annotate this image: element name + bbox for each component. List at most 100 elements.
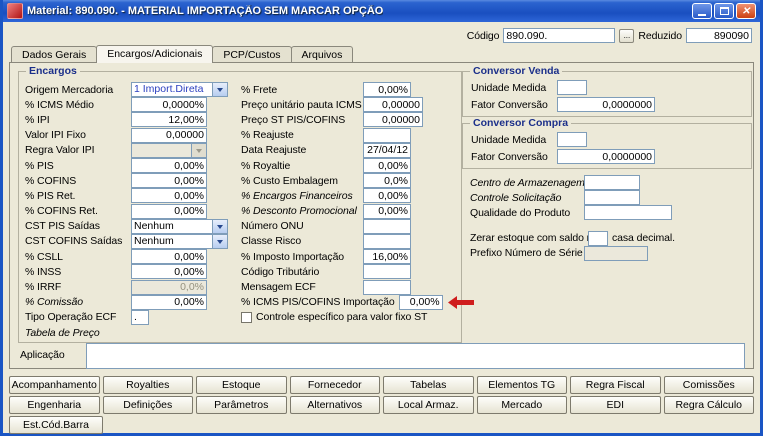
button-comissoes[interactable]: Comissões — [663, 376, 754, 394]
button-regra-calculo[interactable]: Regra Cálculo — [663, 396, 754, 414]
combo-value: Nenhum — [134, 219, 174, 232]
field-label: Controle Solicitação — [470, 191, 562, 204]
fator-conversao-venda-input[interactable] — [557, 97, 655, 112]
reajuste-input[interactable] — [363, 127, 411, 143]
pis-input[interactable] — [131, 158, 207, 174]
field-row: Número ONU — [241, 218, 474, 234]
button-alternativos[interactable]: Alternativos — [289, 396, 380, 414]
pis-ret-input[interactable] — [131, 188, 207, 204]
minimize-button[interactable] — [692, 3, 712, 19]
tab-pcp-custos[interactable]: PCP/Custos — [212, 46, 292, 62]
mensagem-ecf-input[interactable] — [363, 279, 411, 295]
codigo-input[interactable] — [503, 28, 616, 43]
button-tabelas[interactable]: Tabelas — [383, 376, 474, 394]
chevron-down-icon[interactable] — [212, 83, 227, 97]
inss-input[interactable] — [131, 264, 207, 280]
aplicacao-section: Aplicação — [20, 343, 745, 369]
cofins-input[interactable] — [131, 173, 207, 189]
field-row: Controle específico para valor fixo ST — [241, 310, 474, 325]
field-row: % Reajuste — [241, 127, 474, 143]
conversor-compra-title: Conversor Compra — [470, 117, 572, 129]
prefixo-numero-serie-input — [584, 245, 648, 261]
button-local-armaz[interactable]: Local Armaz. — [383, 396, 474, 414]
button-parametros[interactable]: Parâmetros — [196, 396, 287, 414]
field-row: Controle Solicitação — [470, 190, 730, 206]
field-row: % IPI — [25, 112, 228, 128]
imposto-importacao-input[interactable] — [363, 249, 411, 265]
button-fornecedor[interactable]: Fornecedor — [289, 376, 380, 394]
reduzido-input[interactable] — [686, 28, 752, 43]
field-row: % Custo Embalagem — [241, 173, 474, 189]
fator-conversao-compra-input[interactable] — [557, 149, 655, 164]
numero-onu-input[interactable] — [363, 218, 411, 234]
client-area: Código ... Reduzido Dados Gerais Encargo… — [3, 22, 760, 434]
encargos-mid-column: % Frete Preço unitário pauta ICMS Preço … — [241, 82, 474, 325]
icms-pis-cofins-importacao-input[interactable] — [398, 294, 443, 310]
icms-medio-input[interactable] — [131, 97, 207, 113]
preco-st-pis-cofins-input[interactable] — [363, 112, 423, 128]
custo-embalagem-input[interactable] — [363, 173, 411, 189]
field-row: Tipo Operação ECF — [25, 309, 228, 325]
encargos-financeiros-input[interactable] — [363, 188, 411, 204]
unidade-medida-compra-input[interactable] — [557, 132, 587, 147]
tab-dados-gerais[interactable]: Dados Gerais — [11, 46, 98, 62]
field-label: % IRRF — [25, 281, 62, 294]
close-icon — [742, 5, 750, 17]
field-label: % ICMS Médio — [25, 98, 94, 111]
origem-mercadoria-combo[interactable]: 1 Import.Direta — [131, 82, 228, 98]
maximize-button[interactable] — [714, 3, 734, 19]
field-row: % ICMS Médio — [25, 97, 228, 113]
qualidade-produto-input[interactable] — [584, 205, 672, 221]
codigo-tributario-input[interactable] — [363, 264, 411, 280]
field-label: Tabela de Preço — [25, 326, 100, 339]
chevron-down-icon[interactable] — [212, 219, 227, 233]
chevron-down-icon[interactable] — [212, 234, 227, 248]
preco-unitario-pauta-icms-input[interactable] — [363, 97, 423, 113]
chevron-down-icon — [191, 143, 206, 157]
field-row: Unidade Medida — [471, 131, 655, 148]
ipi-input[interactable] — [131, 112, 207, 128]
button-engenharia[interactable]: Engenharia — [9, 396, 100, 414]
zerar-estoque-input[interactable] — [588, 230, 608, 246]
tab-page: Encargos Origem Mercadoria 1 Import.Dire… — [9, 62, 754, 369]
button-elementos-tg[interactable]: Elementos TG — [476, 376, 567, 394]
tipo-operacao-ecf-input[interactable] — [131, 309, 149, 325]
cst-pis-saidas-combo[interactable]: Nenhum — [131, 218, 228, 234]
desconto-promocional-input[interactable] — [363, 203, 411, 219]
cofins-ret-input[interactable] — [131, 203, 207, 219]
field-label: % IPI — [25, 113, 50, 126]
tab-encargos-adicionais[interactable]: Encargos/Adicionais — [96, 45, 214, 63]
controle-solicitacao-input[interactable] — [584, 190, 640, 206]
data-reajuste-input[interactable] — [363, 142, 411, 158]
titlebar[interactable]: Material: 890.090. - MATERIAL IMPORTAÇÃO… — [3, 0, 760, 22]
close-button[interactable] — [736, 3, 756, 19]
comissao-input[interactable] — [131, 294, 207, 310]
button-est-cod-barra[interactable]: Est.Cód.Barra — [9, 416, 103, 434]
field-label: Qualidade do Produto — [470, 206, 571, 219]
button-acompanhamento[interactable]: Acompanhamento — [9, 376, 100, 394]
frete-input[interactable] — [363, 82, 411, 98]
tab-arquivos[interactable]: Arquivos — [290, 46, 354, 62]
button-estoque[interactable]: Estoque — [196, 376, 287, 394]
cst-cofins-saidas-combo[interactable]: Nenhum — [131, 233, 228, 249]
field-label: Número ONU — [241, 220, 304, 233]
field-label: % COFINS Ret. — [25, 205, 98, 218]
classe-risco-input[interactable] — [363, 233, 411, 249]
aplicacao-input[interactable] — [86, 343, 745, 369]
csll-input[interactable] — [131, 249, 207, 265]
button-row-3: Est.Cód.Barra — [9, 416, 754, 434]
valor-ipi-fixo-input[interactable] — [131, 127, 207, 143]
centro-armazenagem-input[interactable] — [584, 175, 640, 191]
unidade-medida-venda-input[interactable] — [557, 80, 587, 95]
button-definicoes[interactable]: Definições — [102, 396, 193, 414]
button-regra-fiscal[interactable]: Regra Fiscal — [570, 376, 661, 394]
field-row: Centro de Armazenagem — [470, 175, 730, 191]
field-row: % Desconto Promocional — [241, 203, 474, 219]
maximize-icon — [719, 7, 729, 15]
button-edi[interactable]: EDI — [570, 396, 661, 414]
royaltie-input[interactable] — [363, 158, 411, 174]
button-mercado[interactable]: Mercado — [476, 396, 567, 414]
codigo-browse-button[interactable]: ... — [619, 28, 635, 43]
checkbox-controle-especifico[interactable] — [241, 311, 252, 323]
button-royalties[interactable]: Royalties — [102, 376, 193, 394]
